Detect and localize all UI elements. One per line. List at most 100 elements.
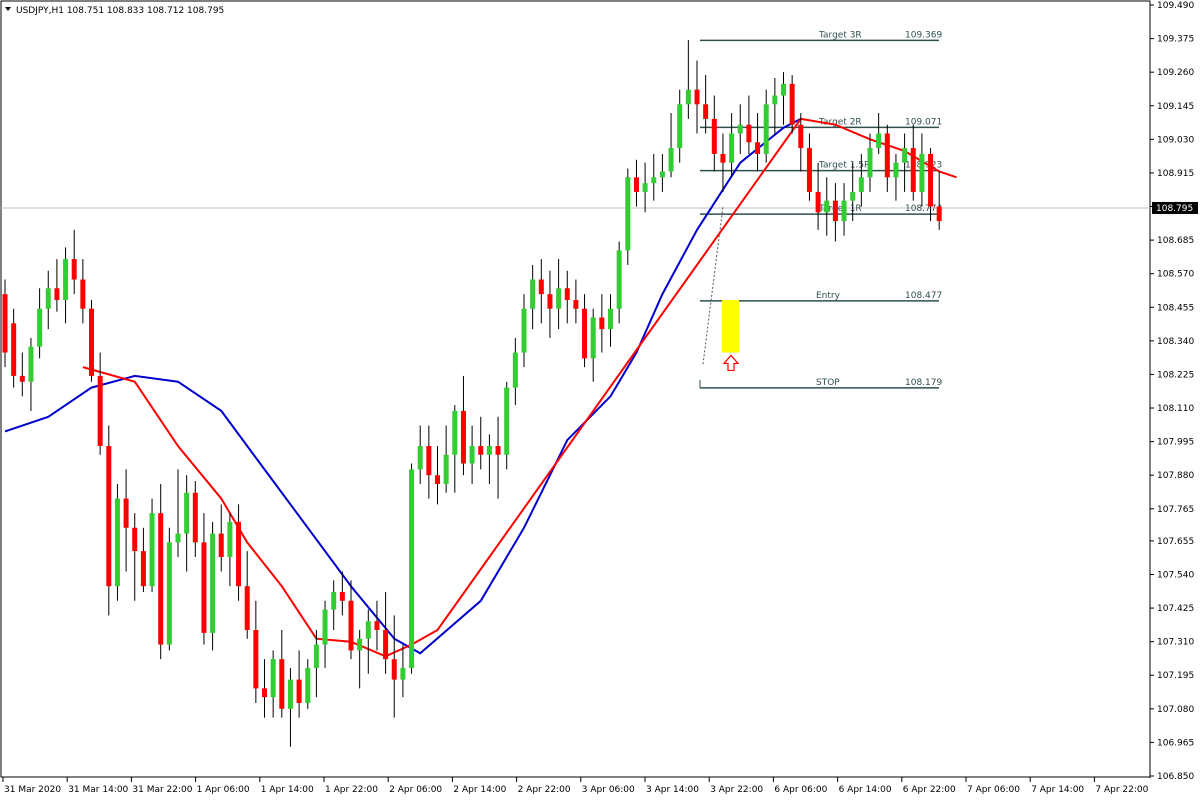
candle-body <box>737 124 743 134</box>
candle-body <box>37 308 43 347</box>
x-tick-label: 1 Apr 14:00 <box>261 785 314 795</box>
candle-body <box>296 679 302 703</box>
candle-body <box>409 469 415 668</box>
x-tick-label: 3 Apr 06:00 <box>582 785 635 795</box>
candle-body <box>244 586 250 630</box>
candle <box>391 615 397 718</box>
candle-body <box>755 142 761 154</box>
candle-body <box>582 308 588 359</box>
candle <box>668 113 674 178</box>
candle-body <box>763 104 769 154</box>
y-tick-label: 107.765 <box>1157 505 1194 515</box>
candle-body <box>815 191 821 213</box>
candle <box>106 425 112 616</box>
price-chart[interactable]: Target 3R 109.369Target 2R 109.071Target 1… <box>0 0 1200 800</box>
x-tick-label: 7 Apr 22:00 <box>1095 785 1148 795</box>
candle-body <box>279 659 285 709</box>
candle <box>746 95 752 154</box>
candle-body <box>305 667 311 703</box>
candle <box>63 247 69 324</box>
candle <box>703 75 709 134</box>
candle <box>616 241 622 324</box>
candle-body <box>504 387 510 455</box>
candle <box>201 513 207 645</box>
candle-body <box>573 299 579 309</box>
candle-body <box>184 492 190 534</box>
candle <box>184 475 190 572</box>
y-tick-label: 109.030 <box>1157 135 1194 145</box>
candle-body <box>417 445 423 470</box>
candle <box>149 498 155 593</box>
candle-body <box>123 498 129 528</box>
candle-body <box>365 621 371 639</box>
candle-body <box>478 445 484 455</box>
level-label: STOP <box>816 378 840 388</box>
candle <box>685 40 691 119</box>
y-tick-label: 107.195 <box>1157 671 1194 681</box>
candle <box>599 294 605 353</box>
candle <box>556 259 562 330</box>
candle-body <box>599 317 605 330</box>
candle <box>902 133 908 192</box>
candle <box>210 521 216 651</box>
y-tick-label: 108.570 <box>1157 270 1194 280</box>
candle-body <box>512 352 518 388</box>
candle <box>114 483 120 601</box>
candle-body <box>608 308 613 330</box>
x-tick-label: 6 Apr 22:00 <box>903 785 956 795</box>
candle <box>486 434 492 484</box>
level-label: Target 3R <box>818 30 862 40</box>
plot-frame <box>0 0 1151 778</box>
candle-body <box>400 667 406 680</box>
candle-body <box>89 308 94 376</box>
dropdown-triangle-icon[interactable] <box>5 7 11 11</box>
candle <box>452 405 458 493</box>
candle-body <box>114 498 120 587</box>
candle <box>763 89 769 163</box>
y-tick-label: 107.655 <box>1157 537 1194 547</box>
candle <box>71 229 77 295</box>
y-tick-label: 107.540 <box>1157 570 1194 580</box>
candle-body <box>486 445 492 455</box>
candle-body <box>63 259 69 300</box>
candle <box>876 113 882 154</box>
ma-fast-line <box>4 118 802 655</box>
candle <box>677 89 683 163</box>
candle <box>400 644 406 698</box>
candle-body <box>832 200 838 222</box>
candle <box>244 551 250 639</box>
candle <box>564 270 570 324</box>
y-tick-label: 108.455 <box>1157 303 1194 313</box>
signal-highlight-box <box>722 299 739 353</box>
chart-window[interactable]: Target 3R 109.369 Target 2R 109.071 Target 1… <box>0 0 1200 800</box>
candle <box>426 425 432 499</box>
candle-body <box>564 288 570 300</box>
candle <box>737 104 743 154</box>
price-axis: 109.490 109.375 109.260 109.145 109.030 108.9… <box>1150 1 1198 782</box>
level-value: 109.071 <box>905 117 942 127</box>
candle-body <box>884 133 890 178</box>
candle <box>19 352 25 397</box>
candle <box>262 659 267 718</box>
candle-body <box>19 375 25 382</box>
candle <box>469 425 475 484</box>
candle-body <box>694 89 700 105</box>
candle-body <box>45 288 51 309</box>
candle-body <box>495 445 501 455</box>
candle <box>711 95 717 172</box>
signal-highlight <box>722 299 740 372</box>
x-tick-label: 31 Mar 14:00 <box>68 785 128 795</box>
candle <box>37 288 43 359</box>
candle <box>80 259 86 324</box>
candle <box>815 162 821 230</box>
candle <box>28 337 34 411</box>
candle <box>409 463 415 674</box>
candle <box>2 279 8 368</box>
candle-body <box>2 294 8 353</box>
symbol-header: USDJPY,H1 108.751 108.833 108.712 108.79… <box>5 6 224 16</box>
y-tick-label: 109.145 <box>1157 102 1194 112</box>
candle <box>45 270 51 330</box>
y-tick-label: 109.260 <box>1157 68 1194 78</box>
candle-body <box>253 629 259 689</box>
candle-body <box>789 83 795 125</box>
